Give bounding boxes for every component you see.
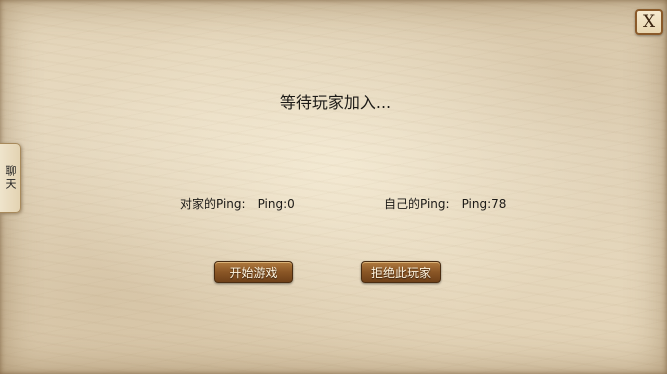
opponent-ping-value: Ping:0 (257, 197, 295, 211)
opponent-ping-label: 对家的Ping: (180, 197, 246, 211)
close-button[interactable]: X (635, 9, 663, 35)
chat-tab-label: 聊天 (4, 165, 17, 191)
opponent-ping: 对家的Ping: Ping:0 (180, 195, 295, 212)
self-ping: 自己的Ping: Ping:78 (384, 195, 506, 212)
self-ping-value: Ping:78 (461, 197, 507, 211)
waiting-room-screen: X 聊天 等待玩家加入... 对家的Ping: Ping:0 自己的Ping: Pi… (0, 0, 667, 374)
waiting-title: 等待玩家加入... (279, 93, 392, 112)
reject-player-button[interactable]: 拒绝此玩家 (361, 261, 441, 283)
close-icon: X (642, 11, 656, 32)
start-game-button[interactable]: 开始游戏 (214, 261, 293, 283)
parchment-panel (0, 0, 667, 374)
chat-tab[interactable]: 聊天 (0, 143, 21, 213)
self-ping-label: 自己的Ping: (384, 197, 450, 211)
